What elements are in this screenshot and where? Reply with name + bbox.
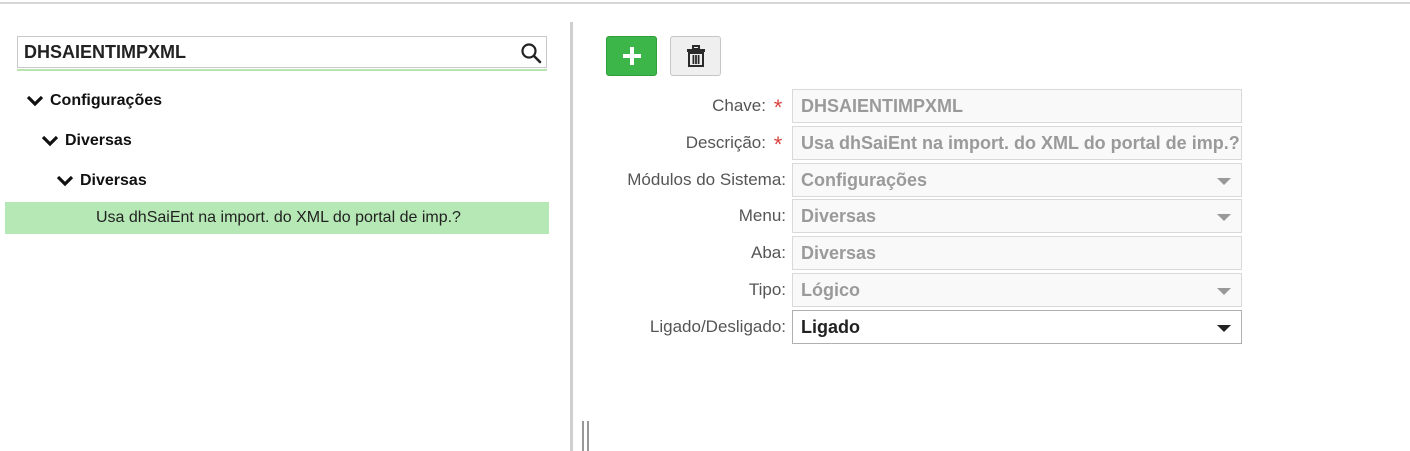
splitter-grip[interactable] (582, 421, 584, 451)
search-box (17, 36, 547, 71)
chave-label: Chave: (712, 96, 766, 115)
ligado-value: Ligado (801, 317, 860, 337)
tipo-select[interactable]: Lógico (792, 273, 1242, 307)
menu-label: Menu: (738, 206, 786, 225)
delete-button[interactable] (670, 36, 721, 76)
tree-node-label: Diversas (80, 172, 147, 189)
required-marker: * (773, 132, 783, 157)
search-icon[interactable] (520, 42, 542, 64)
dropdown-caret-icon (1217, 178, 1231, 185)
tree-node-diversas-sub[interactable]: Diversas (56, 170, 147, 192)
chevron-down-icon[interactable] (56, 174, 74, 188)
form-row-ligado: Ligado/Desligado: Ligado (600, 310, 1242, 344)
modulos-value: Configurações (801, 170, 928, 190)
trash-icon (686, 45, 705, 67)
dropdown-caret-icon (1217, 325, 1231, 332)
ligado-label: Ligado/Desligado: (649, 317, 786, 336)
menu-select[interactable]: Diversas (792, 199, 1242, 233)
tree-node-label: Diversas (65, 132, 132, 149)
search-input[interactable] (18, 37, 508, 67)
form-row-chave: Chave: * DHSAIENTIMPXML (600, 89, 1242, 123)
tree-leaf-selected[interactable]: Usa dhSaiEnt na import. do XML do portal… (5, 202, 549, 234)
top-border (0, 2, 1410, 4)
plus-icon (622, 47, 641, 65)
form-row-aba: Aba: Diversas (600, 236, 1242, 270)
splitter-grip[interactable] (587, 421, 589, 451)
tree-leaf-label: Usa dhSaiEnt na import. do XML do portal… (96, 209, 461, 226)
dropdown-caret-icon (1217, 288, 1231, 295)
tree-node-configuracoes[interactable]: Configurações (26, 90, 162, 112)
descricao-label: Descrição: (685, 133, 766, 152)
aba-field[interactable]: Diversas (792, 236, 1242, 270)
modulos-label: Módulos do Sistema: (627, 170, 786, 189)
tree-node-diversas[interactable]: Diversas (41, 130, 132, 152)
ligado-select[interactable]: Ligado (792, 310, 1242, 344)
dropdown-caret-icon (1217, 214, 1231, 221)
menu-value: Diversas (801, 206, 877, 226)
chevron-down-icon[interactable] (26, 94, 44, 108)
aba-label: Aba: (751, 243, 786, 262)
required-marker: * (773, 95, 783, 120)
chevron-down-icon[interactable] (41, 134, 59, 148)
tree-node-label: Configurações (50, 92, 163, 109)
tipo-label: Tipo: (748, 280, 786, 299)
panel-splitter[interactable] (570, 22, 573, 451)
form-row-descricao: Descrição: * Usa dhSaiEnt na import. do … (600, 126, 1242, 160)
form-row-tipo: Tipo: Lógico (600, 273, 1242, 307)
modulos-select[interactable]: Configurações (792, 163, 1242, 197)
descricao-field[interactable]: Usa dhSaiEnt na import. do XML do portal… (792, 126, 1242, 160)
tipo-value: Lógico (801, 280, 860, 300)
form-row-menu: Menu: Diversas (600, 199, 1242, 233)
form-row-modulos: Módulos do Sistema: Configurações (600, 163, 1242, 197)
chave-field[interactable]: DHSAIENTIMPXML (792, 89, 1242, 123)
add-button[interactable] (606, 36, 657, 76)
